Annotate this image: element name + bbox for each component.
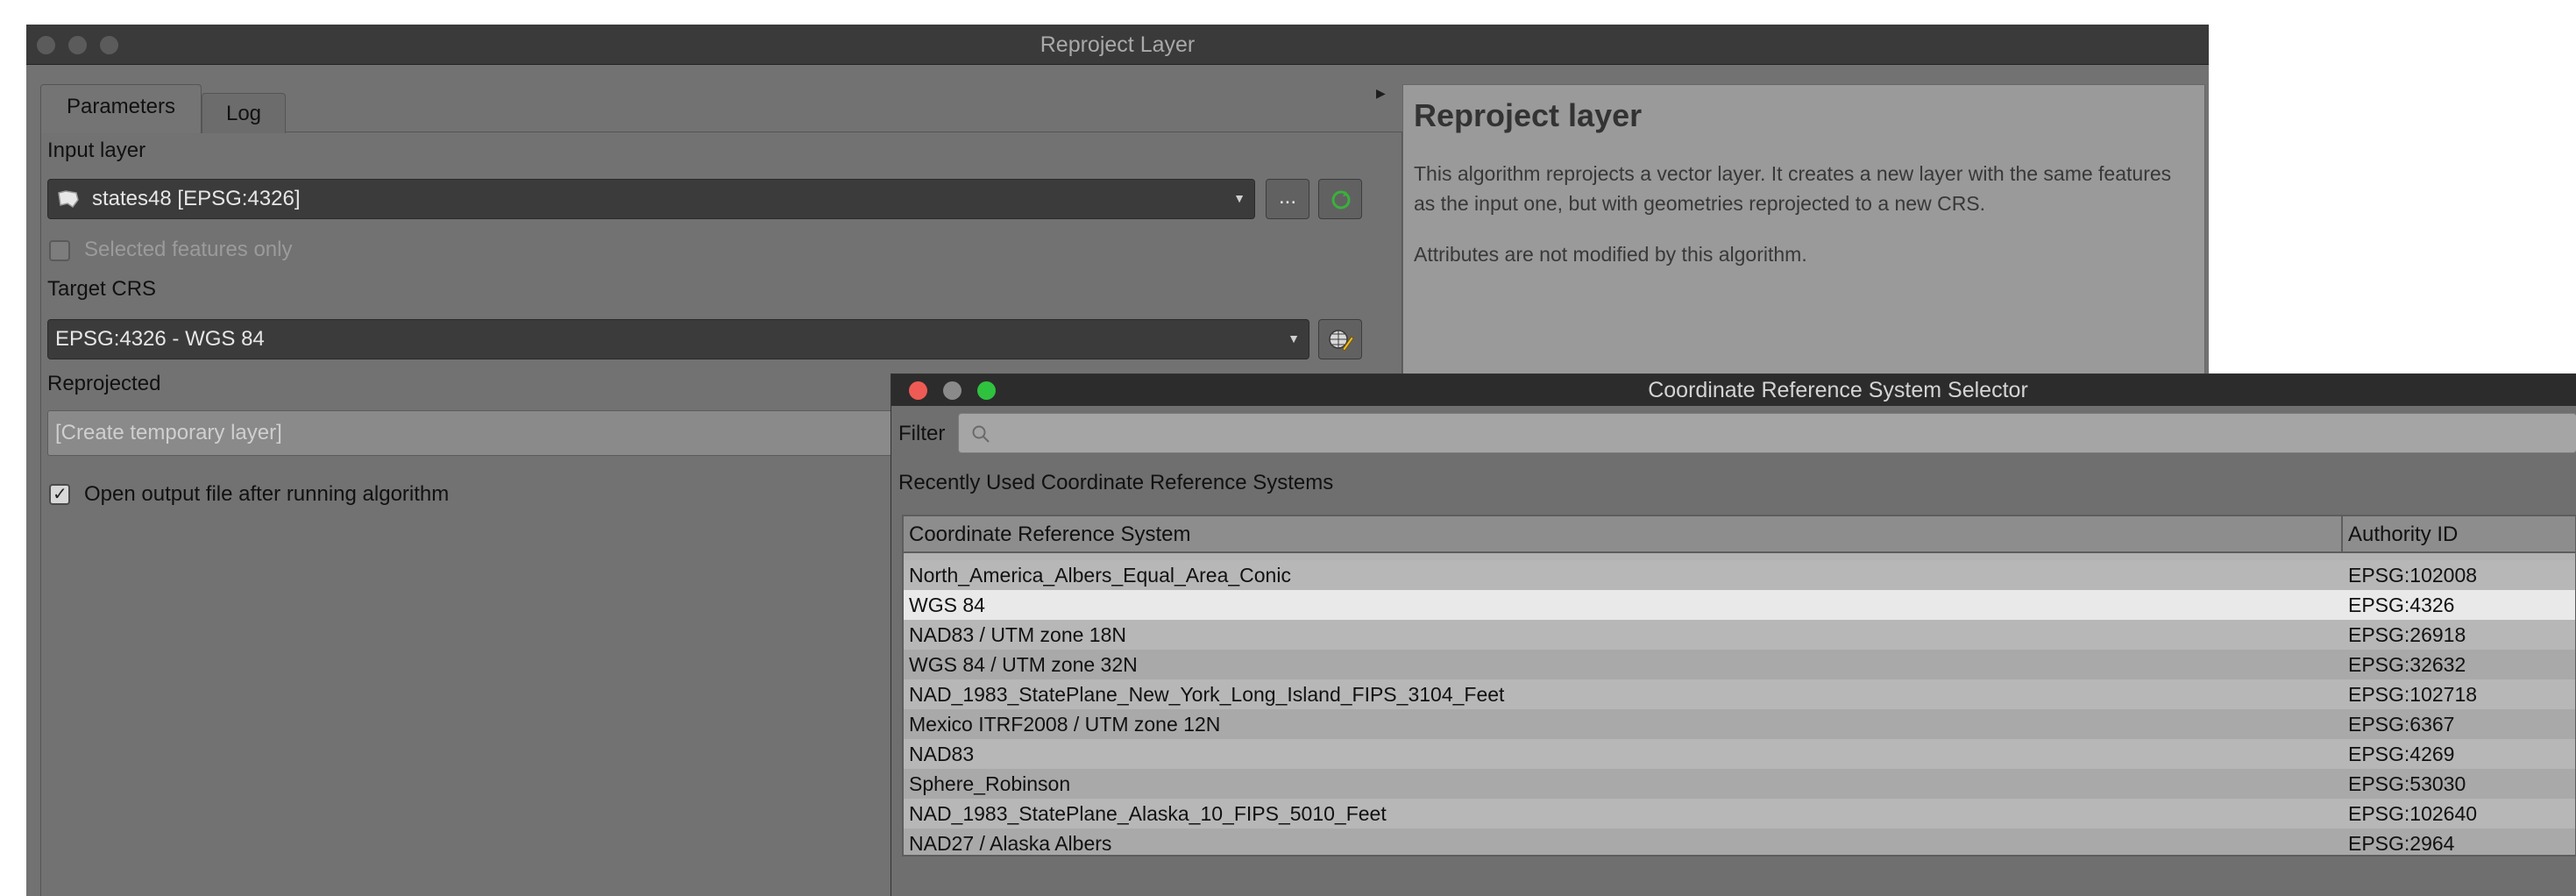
recent-crs-table: Coordinate Reference System Authority ID… (902, 515, 2576, 857)
target-crs-combobox[interactable]: EPSG:4326 - WGS 84 ▼ (47, 319, 1309, 359)
column-header-authority[interactable]: Authority ID (2348, 516, 2458, 553)
close-window-button[interactable] (37, 36, 55, 54)
authority-id-cell: EPSG:4269 (2348, 743, 2455, 765)
table-row[interactable]: NAD27 / Alaska Albers EPSG:2964 (904, 828, 2575, 855)
crs-name-cell: NAD_1983_StatePlane_New_York_Long_Island… (909, 683, 1505, 706)
minimize-window-button[interactable] (68, 36, 87, 54)
table-row[interactable]: Mexico ITRF2008 / UTM zone 12N EPSG:6367 (904, 709, 2575, 739)
input-layer-label: Input layer (47, 139, 146, 162)
crs-name-cell: Sphere_Robinson (909, 772, 1071, 795)
iterate-over-features-button[interactable] (1318, 179, 1362, 219)
table-row[interactable]: NAD83 / UTM zone 18N EPSG:26918 (904, 620, 2575, 650)
selected-features-only-checkbox[interactable] (49, 240, 70, 261)
column-divider[interactable] (2341, 516, 2343, 553)
table-row[interactable]: WGS 84 / UTM zone 32N EPSG:32632 (904, 650, 2575, 679)
recent-crs-heading: Recently Used Coordinate Reference Syste… (898, 471, 1334, 494)
authority-id-cell: EPSG:26918 (2348, 623, 2466, 646)
tab-log[interactable]: Log (202, 93, 286, 133)
help-paragraph-1: This algorithm reprojects a vector layer… (1414, 162, 2172, 215)
crs-name-cell: WGS 84 (909, 594, 985, 616)
table-header: Coordinate Reference System Authority ID (904, 516, 2575, 553)
target-crs-value: EPSG:4326 - WGS 84 (55, 327, 265, 351)
chevron-down-icon: ▼ (1233, 191, 1245, 205)
table-row[interactable]: North_America_Albers_Equal_Area_Conic EPS… (904, 560, 2575, 590)
crs-name-cell: NAD83 (909, 743, 975, 765)
select-crs-button[interactable] (1318, 319, 1362, 359)
panel-collapse-arrow-icon[interactable]: ▶ (1376, 86, 1394, 103)
crs-name-cell: NAD83 / UTM zone 18N (909, 623, 1126, 646)
crs-selector-dialog: Coordinate Reference System Selector Fil… (891, 373, 2576, 896)
open-output-label: Open output file after running algorithm (84, 482, 450, 506)
dialog-title: Coordinate Reference System Selector (1648, 378, 2028, 402)
checkmark-icon: ✓ (53, 485, 67, 504)
table-row[interactable]: NAD_1983_StatePlane_Alaska_10_FIPS_5010_… (904, 799, 2575, 828)
table-row[interactable]: Sphere_Robinson EPSG:53030 (904, 769, 2575, 799)
crs-name-cell: Mexico ITRF2008 / UTM zone 12N (909, 713, 1221, 736)
reprojected-output-field[interactable]: [Create temporary layer] (47, 410, 933, 456)
authority-id-cell: EPSG:32632 (2348, 653, 2466, 676)
reprojected-output-placeholder: [Create temporary layer] (55, 421, 282, 444)
authority-id-cell: EPSG:102718 (2348, 683, 2478, 706)
crs-name-cell: NAD27 / Alaska Albers (909, 832, 1112, 855)
window-title: Reproject Layer (1040, 32, 1196, 57)
tab-parameters[interactable]: Parameters (40, 84, 202, 133)
crs-name-cell: North_America_Albers_Equal_Area_Conic (909, 564, 1291, 587)
authority-id-cell: EPSG:53030 (2348, 772, 2466, 795)
input-layer-value: states48 [EPSG:4326] (92, 187, 301, 210)
authority-id-cell: EPSG:102008 (2348, 564, 2478, 587)
filter-label: Filter (898, 422, 946, 445)
help-paragraph-2: Attributes are not modified by this algo… (1414, 243, 1807, 266)
table-row[interactable]: NAD_1983_StatePlane_New_York_Long_Island… (904, 679, 2575, 709)
authority-id-cell: EPSG:4326 (2348, 594, 2455, 616)
chevron-down-icon: ▼ (1288, 331, 1300, 345)
polygon-layer-icon (58, 190, 79, 209)
column-header-crs[interactable]: Coordinate Reference System (909, 516, 1191, 553)
input-layer-combobox[interactable]: states48 [EPSG:4326] ▼ (47, 179, 1255, 219)
selected-features-only-label: Selected features only (84, 238, 293, 261)
authority-id-cell: EPSG:6367 (2348, 713, 2455, 736)
refresh-icon (1331, 190, 1351, 210)
table-row[interactable]: WGS 84 EPSG:4326 (904, 590, 2575, 620)
filter-search-input[interactable] (958, 413, 2576, 453)
authority-id-cell: EPSG:102640 (2348, 802, 2478, 825)
authority-id-cell: EPSG:2964 (2348, 832, 2455, 855)
search-icon (972, 425, 990, 443)
browse-input-button[interactable]: ... (1266, 179, 1309, 219)
crs-name-cell: WGS 84 / UTM zone 32N (909, 653, 1138, 676)
table-row[interactable]: NAD83 EPSG:4269 (904, 739, 2575, 769)
reprojected-output-label: Reprojected (47, 372, 161, 395)
crs-name-cell: NAD_1983_StatePlane_Alaska_10_FIPS_5010_… (909, 802, 1387, 825)
target-crs-label: Target CRS (47, 277, 157, 301)
help-title: Reproject layer (1414, 97, 1643, 133)
close-dialog-button[interactable] (909, 381, 927, 400)
zoom-window-button[interactable] (100, 36, 118, 54)
crs-globe-icon (1329, 330, 1354, 352)
table-body: North_America_Albers_Equal_Area_Conic EPS… (904, 560, 2575, 855)
open-output-checkbox[interactable]: ✓ (49, 484, 70, 505)
minimize-dialog-button[interactable] (943, 381, 962, 400)
zoom-dialog-button[interactable] (977, 381, 996, 400)
